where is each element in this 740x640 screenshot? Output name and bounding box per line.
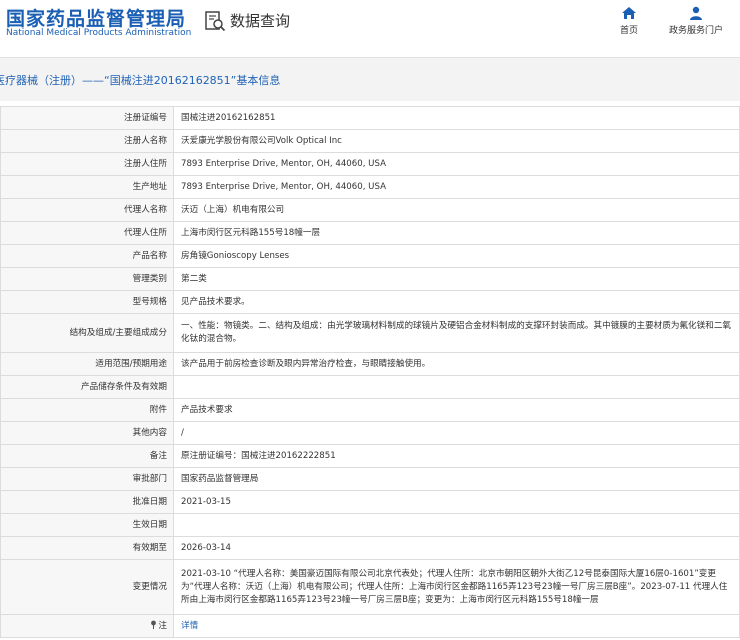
nav-portal-link[interactable]: 政务服务门户 — [664, 6, 728, 36]
home-icon — [622, 7, 636, 19]
row-value: 沃迈（上海）机电有限公司 — [173, 198, 740, 222]
row-label: 审批部门 — [0, 467, 174, 491]
row-value: 第二类 — [173, 267, 740, 291]
data-query-title: 数据查询 — [230, 12, 291, 30]
row-label: 变更情况 — [0, 559, 174, 615]
site-header: 国家药品监督管理局 National Medical Products Admi… — [0, 0, 740, 57]
table-row: 注册人住所 7893 Enterprise Drive, Mentor, OH, … — [0, 152, 740, 176]
row-value: 产品技术要求 — [173, 398, 740, 422]
table-row: 其他内容 / — [0, 421, 740, 445]
table-row: 注册人名称 沃爱康光学股份有限公司Volk Optical Inc — [0, 129, 740, 153]
row-value: 2021-03-15 — [173, 490, 740, 514]
table-row: 代理人名称 沃迈（上海）机电有限公司 — [0, 198, 740, 222]
row-label: 附件 — [0, 398, 174, 422]
page-title-bar: 医疗器械（注册）——“国械注进20162162851”基本信息 — [0, 57, 740, 101]
row-label: 注册人名称 — [0, 129, 174, 153]
row-value: / — [173, 421, 740, 445]
row-value — [173, 375, 740, 399]
table-row: 生效日期 — [0, 513, 740, 537]
row-value: 一、性能：物镜类。二、结构及组成：由光学玻璃材料制成的球镜片及硬铝合金材料制成的… — [173, 313, 740, 353]
row-value: 7893 Enterprise Drive, Mentor, OH, 44060… — [173, 175, 740, 199]
table-row: 生产地址 7893 Enterprise Drive, Mentor, OH, 4… — [0, 175, 740, 199]
table-row: 审批部门 国家药品监督管理局 — [0, 467, 740, 491]
row-label: 生效日期 — [0, 513, 174, 537]
nav-home-link[interactable]: 首页 — [616, 6, 642, 36]
site-logo-title[interactable]: 国家药品监督管理局 — [6, 4, 186, 31]
table-row: 注册证编号 国械注进20162162851 — [0, 106, 740, 130]
row-value: 7893 Enterprise Drive, Mentor, OH, 44060… — [173, 152, 740, 176]
table-row: 有效期至 2026-03-14 — [0, 536, 740, 560]
row-value: 该产品用于前房检查诊断及眼内异常治疗检查，与眼睛接触使用。 — [173, 352, 740, 376]
page-title: 医疗器械（注册）——“国械注进20162162851”基本信息 — [0, 74, 281, 87]
row-value: 沃爱康光学股份有限公司Volk Optical Inc — [173, 129, 740, 153]
table-row: 产品储存条件及有效期 — [0, 375, 740, 399]
row-label: 管理类别 — [0, 267, 174, 291]
detail-link[interactable]: 详情 — [181, 621, 198, 631]
row-label: 适用范围/预期用途 — [0, 352, 174, 376]
row-value: 详情 — [173, 614, 740, 638]
row-value: 国家药品监督管理局 — [173, 467, 740, 491]
table-row: 变更情况 2021-03-10 “代理人名称：美国豪迈国际有限公司北京代表处；代理… — [0, 559, 740, 615]
row-value — [173, 513, 740, 537]
nav-home-label: 首页 — [619, 26, 638, 36]
row-value: 房角镜Gonioscopy Lenses — [173, 244, 740, 268]
table-row: 备注 原注册证编号：国械注进20162222851 — [0, 444, 740, 468]
row-label: 型号规格 — [0, 290, 174, 314]
pin-icon — [151, 620, 157, 629]
nav-portal-label: 政务服务门户 — [668, 26, 723, 36]
table-row: 注 详情 — [0, 614, 740, 638]
table-row: 型号规格 见产品技术要求。 — [0, 290, 740, 314]
table-row: 批准日期 2021-03-15 — [0, 490, 740, 514]
row-label: 代理人住所 — [0, 221, 174, 245]
row-value: 国械注进20162162851 — [173, 106, 740, 130]
row-value: 见产品技术要求。 — [173, 290, 740, 314]
row-label: 有效期至 — [0, 536, 174, 560]
table-row: 代理人住所 上海市闵行区元科路155号18幢一层 — [0, 221, 740, 245]
row-label: 注册证编号 — [0, 106, 174, 130]
row-value: 2021-03-10 “代理人名称：美国豪迈国际有限公司北京代表处；代理人住所：… — [173, 559, 740, 615]
table-row: 管理类别 第二类 — [0, 267, 740, 291]
row-label-note: 注 — [0, 614, 174, 638]
row-value: 2026-03-14 — [173, 536, 740, 560]
table-row: 适用范围/预期用途 该产品用于前房检查诊断及眼内异常治疗检查，与眼睛接触使用。 — [0, 352, 740, 376]
row-label: 注册人住所 — [0, 152, 174, 176]
row-label: 注 — [158, 620, 167, 631]
row-label: 结构及组成/主要组成成分 — [0, 313, 174, 353]
row-label: 备注 — [0, 444, 174, 468]
user-icon — [690, 6, 702, 20]
row-value: 原注册证编号：国械注进20162222851 — [173, 444, 740, 468]
row-label: 生产地址 — [0, 175, 174, 199]
site-logo-subtitle[interactable]: National Medical Products Administration — [6, 28, 191, 38]
table-row: 产品名称 房角镜Gonioscopy Lenses — [0, 244, 740, 268]
data-query-icon — [205, 11, 226, 32]
row-label: 产品储存条件及有效期 — [0, 375, 174, 399]
table-row: 附件 产品技术要求 — [0, 398, 740, 422]
row-label: 代理人名称 — [0, 198, 174, 222]
row-label: 产品名称 — [0, 244, 174, 268]
row-label: 其他内容 — [0, 421, 174, 445]
table-row: 结构及组成/主要组成成分 一、性能：物镜类。二、结构及组成：由光学玻璃材料制成的球… — [0, 313, 740, 353]
row-value: 上海市闵行区元科路155号18幢一层 — [173, 221, 740, 245]
registration-record-table: 注册证编号 国械注进20162162851 注册人名称 沃爱康光学股份有限公司Vol… — [0, 106, 740, 638]
row-label: 批准日期 — [0, 490, 174, 514]
